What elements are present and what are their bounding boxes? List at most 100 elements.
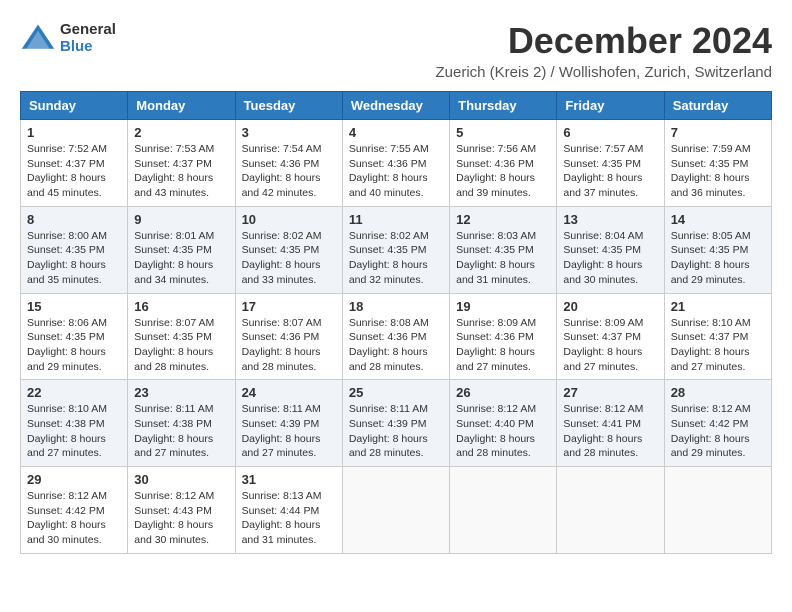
logo-icon [20,20,56,56]
day-info-line: Daylight: 8 hours and 42 minutes. [242,172,321,199]
day-info-line: Sunrise: 8:06 AM [27,317,107,329]
calendar-week-0: 1Sunrise: 7:52 AMSunset: 4:37 PMDaylight… [21,120,772,207]
calendar-cell: 28Sunrise: 8:12 AMSunset: 4:42 PMDayligh… [664,380,771,467]
day-number: 12 [456,212,550,227]
day-info-line: Sunset: 4:35 PM [671,158,749,170]
location-title: Zuerich (Kreis 2) / Wollishofen, Zurich,… [435,64,772,81]
day-info: Sunrise: 8:08 AMSunset: 4:36 PMDaylight:… [349,316,443,375]
day-info-line: Sunrise: 8:12 AM [563,403,643,415]
header-sunday: Sunday [21,92,128,120]
day-info-line: Daylight: 8 hours and 29 minutes. [27,346,106,373]
day-info-line: Sunrise: 7:53 AM [134,143,214,155]
calendar-cell [342,467,449,554]
day-info-line: Sunset: 4:39 PM [242,418,320,430]
day-info: Sunrise: 7:59 AMSunset: 4:35 PMDaylight:… [671,142,765,201]
calendar-cell: 18 Sunrise: 8:08 AMSunset: 4:36 PMDayligh… [342,293,449,380]
day-info-line: Sunset: 4:35 PM [349,244,427,256]
day-info-line: Sunset: 4:36 PM [456,331,534,343]
calendar-cell: 19Sunrise: 8:09 AMSunset: 4:36 PMDayligh… [450,293,557,380]
day-info: Sunrise: 8:12 AMSunset: 4:42 PMDaylight:… [27,489,121,548]
day-info: Sunrise: 8:12 AMSunset: 4:42 PMDaylight:… [671,402,765,461]
day-info-line: Daylight: 8 hours and 28 minutes. [349,346,428,373]
day-info-line: Sunrise: 8:02 AM [349,230,429,242]
day-info: Sunrise: 8:09 AMSunset: 4:37 PMDaylight:… [563,316,657,375]
header-thursday: Thursday [450,92,557,120]
calendar-cell: 7Sunrise: 7:59 AMSunset: 4:35 PMDaylight… [664,120,771,207]
day-info-line: Sunrise: 7:57 AM [563,143,643,155]
day-info: Sunrise: 8:05 AMSunset: 4:35 PMDaylight:… [671,229,765,288]
day-info-line: Daylight: 8 hours and 37 minutes. [563,172,642,199]
calendar-cell: 26Sunrise: 8:12 AMSunset: 4:40 PMDayligh… [450,380,557,467]
page-header: General Blue December 2024 Zuerich (Krei… [20,20,772,81]
calendar-cell: 3 Sunrise: 7:54 AMSunset: 4:36 PMDaylight… [235,120,342,207]
day-info-line: Sunset: 4:37 PM [671,331,749,343]
day-info-line: Sunset: 4:42 PM [27,505,105,517]
day-number: 27 [563,385,657,400]
calendar-cell: 8Sunrise: 8:00 AMSunset: 4:35 PMDaylight… [21,206,128,293]
day-info: Sunrise: 7:55 AMSunset: 4:36 PMDaylight:… [349,142,443,201]
logo-blue: Blue [60,38,116,55]
day-info: Sunrise: 8:07 AM Sunset: 4:36 PM Daylight:… [242,316,336,375]
day-info: Sunrise: 8:02 AMSunset: 4:35 PMDaylight:… [349,229,443,288]
day-info-line: Sunset: 4:39 PM [349,418,427,430]
day-number: 23 [134,385,228,400]
day-info-line: Sunrise: 8:12 AM [134,490,214,502]
day-info-line: Daylight: 8 hours and 30 minutes. [27,519,106,546]
day-info-line: Sunrise: 8:07 AM [242,317,322,329]
day-number: 15 [27,299,121,314]
header-friday: Friday [557,92,664,120]
day-info-line: Daylight: 8 hours and 30 minutes. [134,519,213,546]
day-info-line: Sunrise: 8:02 AM [242,230,322,242]
day-info-line: Sunrise: 8:10 AM [27,403,107,415]
day-info-line: Sunrise: 8:11 AM [349,403,428,415]
day-info: Sunrise: 8:11 AMSunset: 4:39 PMDaylight:… [349,402,443,461]
day-number: 18 [349,299,443,314]
day-info-line: Daylight: 8 hours and 27 minutes. [456,346,535,373]
calendar-cell: 24Sunrise: 8:11 AMSunset: 4:39 PMDayligh… [235,380,342,467]
day-info-line: Sunrise: 7:54 AM [242,143,322,155]
day-number: 21 [671,299,765,314]
day-info-line: Daylight: 8 hours and 28 minutes. [242,346,321,373]
title-section: December 2024 Zuerich (Kreis 2) / Wollis… [435,20,772,81]
day-number: 25 [349,385,443,400]
day-info-line: Sunset: 4:41 PM [563,418,641,430]
day-info-line: Daylight: 8 hours and 31 minutes. [242,519,321,546]
day-info-line: Daylight: 8 hours and 31 minutes. [456,259,535,286]
calendar-cell: 31Sunrise: 8:13 AMSunset: 4:44 PMDayligh… [235,467,342,554]
day-info-line: Sunrise: 8:10 AM [671,317,751,329]
calendar-cell: 6Sunrise: 7:57 AMSunset: 4:35 PMDaylight… [557,120,664,207]
day-number: 31 [242,472,336,487]
calendar-cell: 14 Sunrise: 8:05 AMSunset: 4:35 PMDayligh… [664,206,771,293]
day-info-line: Sunset: 4:37 PM [134,158,212,170]
day-number: 6 [563,125,657,140]
day-info-line: Sunrise: 8:12 AM [671,403,751,415]
day-info-line: Daylight: 8 hours and 36 minutes. [671,172,750,199]
calendar-cell: 5Sunrise: 7:56 AMSunset: 4:36 PMDaylight… [450,120,557,207]
day-info-line: Sunrise: 8:05 AM [671,230,751,242]
day-info-line: Sunset: 4:36 PM [242,331,320,343]
calendar-cell: 11Sunrise: 8:02 AMSunset: 4:35 PMDayligh… [342,206,449,293]
calendar-cell: 2Sunrise: 7:53 AMSunset: 4:37 PMDaylight… [128,120,235,207]
calendar-week-2: 15Sunrise: 8:06 AMSunset: 4:35 PMDayligh… [21,293,772,380]
month-title: December 2024 [435,20,772,62]
day-info-line: Sunset: 4:35 PM [242,244,320,256]
day-info-line: Sunrise: 7:56 AM [456,143,536,155]
header-monday: Monday [128,92,235,120]
calendar-table: SundayMondayTuesdayWednesdayThursdayFrid… [20,91,772,554]
day-info-line: Daylight: 8 hours and 34 minutes. [134,259,213,286]
day-info-line: Sunrise: 8:11 AM [242,403,321,415]
calendar-cell: 20Sunrise: 8:09 AMSunset: 4:37 PMDayligh… [557,293,664,380]
day-info: Sunrise: 7:54 AMSunset: 4:36 PMDaylight:… [242,142,336,201]
day-info-line: Sunset: 4:35 PM [134,244,212,256]
day-info-line: Sunset: 4:35 PM [563,244,641,256]
day-info-line: Daylight: 8 hours and 28 minutes. [563,433,642,460]
day-info: Sunrise: 8:07 AMSunset: 4:35 PMDaylight:… [134,316,228,375]
day-number: 22 [27,385,121,400]
day-number: 3 [242,125,336,140]
day-number: 14 [671,212,765,227]
day-info: Sunrise: 8:02 AMSunset: 4:35 PMDaylight:… [242,229,336,288]
calendar-cell: 17Sunrise: 8:07 AMSunset: 4:36 PMDayligh… [235,293,342,380]
calendar-cell: 4Sunrise: 7:55 AMSunset: 4:36 PMDaylight… [342,120,449,207]
day-info-line: Daylight: 8 hours and 35 minutes. [27,259,106,286]
day-info: Sunrise: 8:04 AMSunset: 4:35 PMDaylight:… [563,229,657,288]
